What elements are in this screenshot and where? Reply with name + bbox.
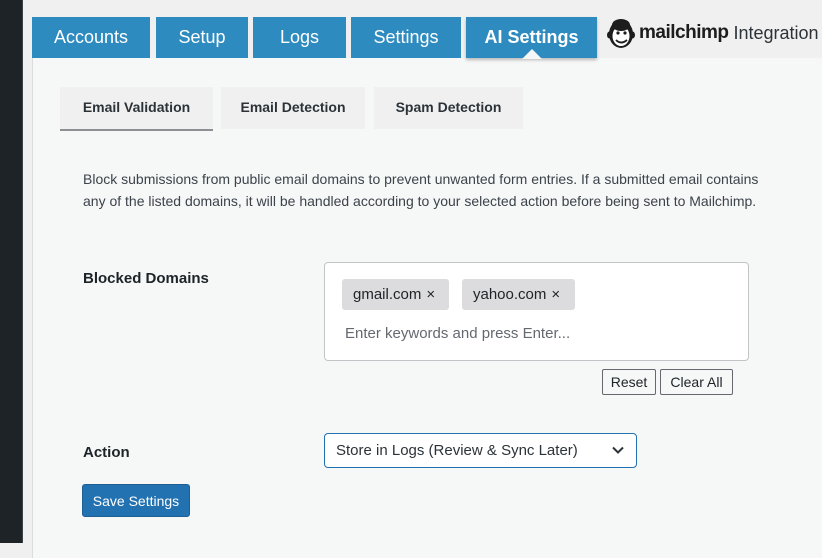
remove-tag-icon[interactable]: × [426,279,435,310]
section-description: Block submissions from public email doma… [83,171,759,209]
domain-tag-label: gmail.com [353,286,422,303]
clear-all-button[interactable]: Clear All [660,369,733,395]
domain-tag: yahoo.com × [462,279,575,310]
domain-tag: gmail.com × [342,279,449,310]
keyword-input[interactable] [345,321,725,345]
action-select[interactable]: Store in Logs (Review & Sync Later) [324,433,637,468]
subtab-spam-detection[interactable]: Spam Detection [374,87,523,129]
action-label: Action [83,444,130,461]
tab-logs[interactable]: Logs [253,17,346,58]
active-tab-pointer [521,49,542,59]
admin-sidebar-strip [0,0,22,543]
domain-tag-label: yahoo.com [473,286,547,303]
tab-setup[interactable]: Setup [156,17,248,58]
brand-suffix: Integration [733,22,819,43]
remove-tag-icon[interactable]: × [551,279,560,310]
tab-ai-settings-label: AI Settings [484,27,579,47]
save-settings-button[interactable]: Save Settings [82,484,190,517]
chevron-down-icon [612,446,624,454]
tab-settings[interactable]: Settings [351,17,461,58]
brand-name: mailchimp [639,22,729,43]
admin-sidebar-edge [22,0,23,543]
subtab-email-validation[interactable]: Email Validation [60,87,213,131]
subtab-email-detection[interactable]: Email Detection [221,87,365,129]
brand-lockup: mailchimp Integration [606,16,819,50]
tab-accounts[interactable]: Accounts [32,17,150,58]
blocked-domains-label: Blocked Domains [83,270,209,287]
blocked-domains-tag-input[interactable]: gmail.com × yahoo.com × [324,262,749,361]
mailchimp-freddie-icon [607,19,635,48]
tab-ai-settings[interactable]: AI Settings [466,17,597,59]
action-selected-value: Store in Logs (Review & Sync Later) [336,442,578,459]
reset-button[interactable]: Reset [602,369,656,395]
